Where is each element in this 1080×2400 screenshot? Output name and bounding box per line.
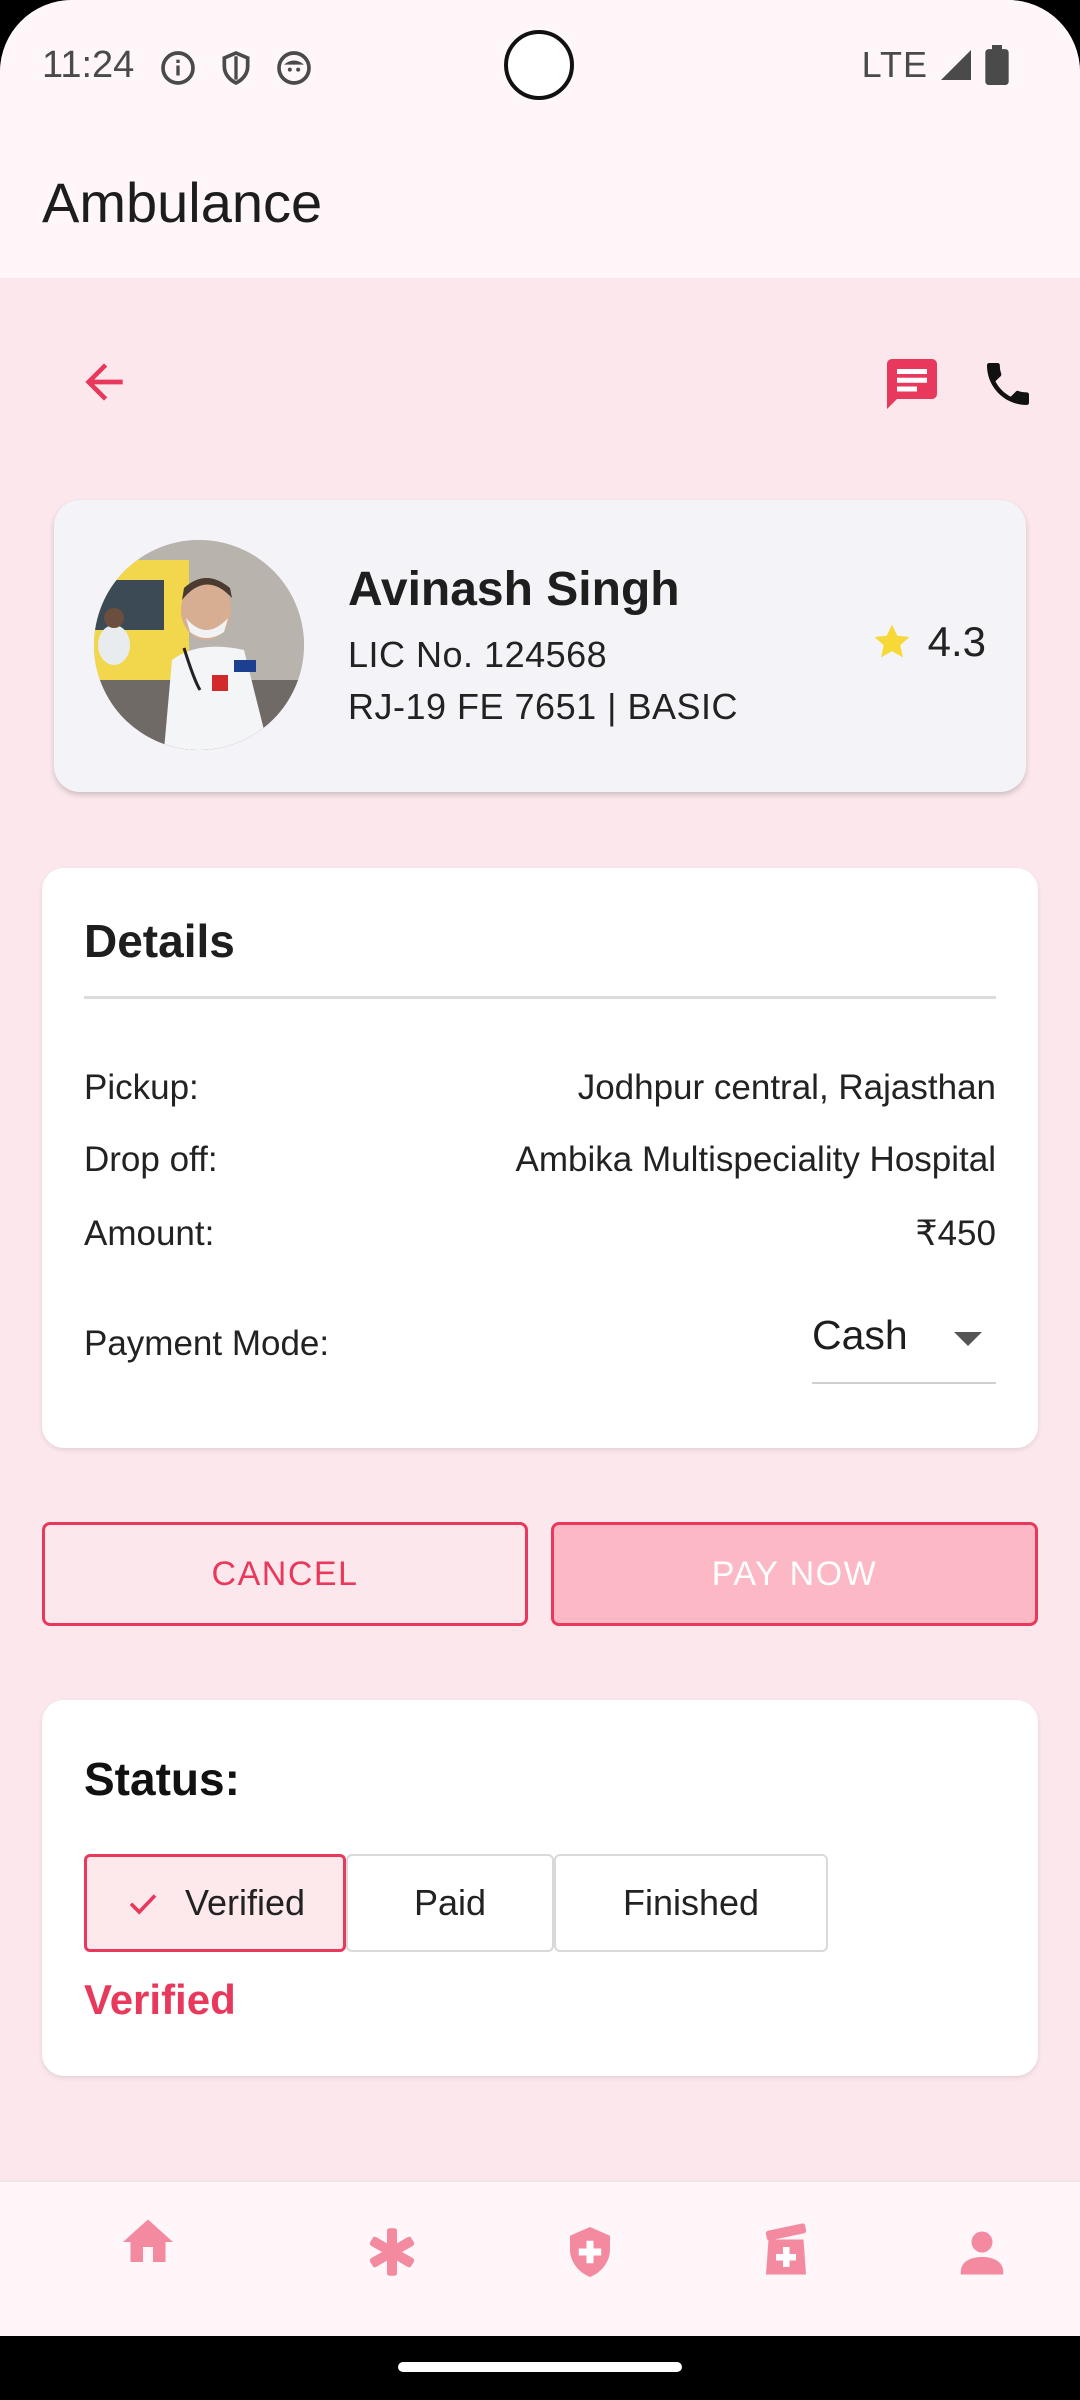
details-divider: [84, 996, 996, 999]
status-chip-label: Verified: [184, 1882, 306, 1923]
shield-plus-icon[interactable]: [560, 2222, 620, 2282]
driver-name: Avinash Singh: [348, 563, 680, 616]
status-chip-label: Finished: [622, 1882, 760, 1923]
page-title: Ambulance: [42, 171, 323, 234]
payment-mode-value: Cash: [812, 1312, 908, 1358]
payment-mode-label: Payment Mode:: [84, 1324, 330, 1363]
star-icon: [874, 624, 910, 658]
driver-rating: 4.3: [870, 618, 986, 666]
status-chip-finished[interactable]: Finished: [554, 1854, 828, 1952]
driver-license: LIC No. 124568: [348, 634, 608, 675]
phone-call-icon[interactable]: [980, 356, 1036, 412]
amount-value: ₹450: [915, 1214, 996, 1253]
check-icon: [129, 1894, 157, 1915]
driver-photo: [94, 540, 304, 750]
battery-icon: [985, 45, 1009, 85]
back-arrow-icon[interactable]: [76, 354, 132, 410]
chat-message-icon[interactable]: [882, 354, 942, 414]
cancel-button[interactable]: CANCEL: [42, 1522, 528, 1626]
details-title: Details: [84, 915, 235, 967]
person-icon[interactable]: [952, 2222, 1012, 2282]
driver-vehicle: RJ-19 FE 7651 | BASIC: [348, 686, 739, 727]
status-bar: 11:24 LTE: [0, 0, 1080, 132]
pickup-label: Pickup:: [84, 1068, 199, 1107]
app-bar: Ambulance: [0, 132, 1080, 278]
pickup-value: Jodhpur central, Rajasthan: [577, 1068, 996, 1107]
signal-icon: [941, 50, 971, 80]
details-card: Details Pickup: Jodhpur central, Rajasth…: [42, 868, 1038, 1448]
dropdown-arrow-icon: [954, 1332, 982, 1346]
pay-now-button[interactable]: PAY NOW: [551, 1522, 1038, 1626]
home-indicator[interactable]: [398, 2362, 682, 2372]
phone-screen: 11:24 LTE Ambulance Avinash Singh LIC No…: [0, 0, 1080, 2400]
rating-value: 4.3: [927, 618, 986, 665]
shield-icon: [222, 51, 250, 86]
status-chip-paid[interactable]: Paid: [346, 1854, 554, 1952]
driver-card: Avinash Singh LIC No. 124568 RJ-19 FE 76…: [54, 500, 1026, 792]
info-icon: [161, 51, 195, 85]
bottom-navigation: [0, 2180, 1080, 2338]
status-notification-icons: [158, 48, 314, 88]
payment-mode-dropdown[interactable]: Cash: [812, 1308, 996, 1384]
status-time: 11:24: [42, 44, 135, 86]
status-card: Status: Verified Paid Finished Verified: [42, 1700, 1038, 2076]
network-type: LTE: [861, 44, 928, 85]
amount-label: Amount:: [84, 1214, 215, 1253]
current-status-text: Verified: [84, 1976, 236, 2023]
android-face-icon: [277, 51, 311, 85]
medicine-bottle-icon[interactable]: [756, 2222, 816, 2282]
status-title: Status:: [84, 1753, 240, 1805]
dropoff-value: Ambika Multispeciality Hospital: [515, 1140, 996, 1179]
status-chip-verified[interactable]: Verified: [84, 1854, 346, 1952]
status-chip-label: Paid: [413, 1882, 487, 1923]
status-right-icons: LTE: [862, 44, 1010, 86]
driver-avatar: [94, 540, 304, 750]
medical-asterisk-icon[interactable]: [362, 2222, 422, 2282]
front-camera: [504, 30, 574, 100]
home-icon[interactable]: [118, 2212, 178, 2272]
dropoff-label: Drop off:: [84, 1140, 218, 1179]
